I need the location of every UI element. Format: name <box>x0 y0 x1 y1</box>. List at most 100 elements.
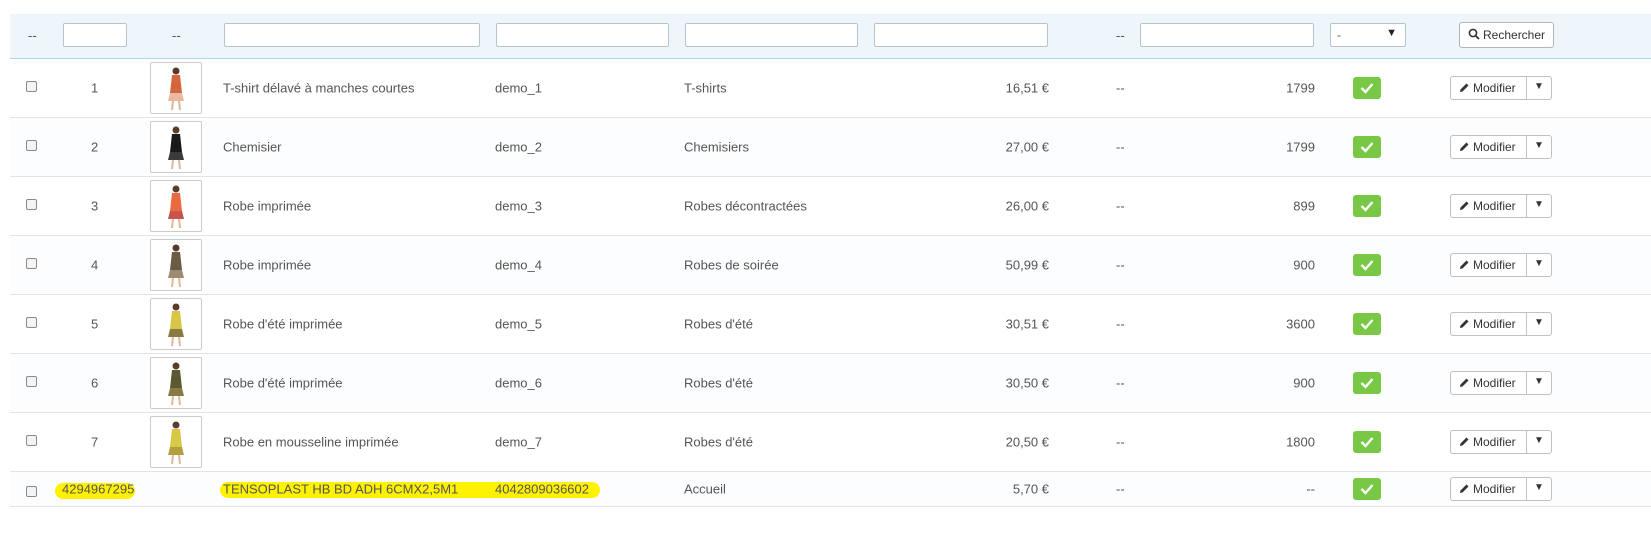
row-reference: demo_3 <box>495 198 542 214</box>
row-id: 4 <box>91 257 99 273</box>
product-thumbnail-icon <box>168 244 184 288</box>
product-image[interactable] <box>150 180 202 232</box>
row-name: Robe d'été imprimée <box>223 316 343 332</box>
edit-dropdown-toggle[interactable]: ▼ <box>1527 478 1551 500</box>
status-toggle[interactable] <box>1353 136 1381 158</box>
status-toggle[interactable] <box>1353 372 1381 394</box>
row-name: Robe imprimée <box>223 257 312 273</box>
caret-down-icon: ▼ <box>1534 258 1544 269</box>
status-toggle[interactable] <box>1353 254 1381 276</box>
caret-down-icon: ▼ <box>1534 435 1544 446</box>
product-thumbnail-icon <box>168 126 184 170</box>
row-price: 30,50 € <box>1005 375 1049 391</box>
check-icon <box>1360 201 1374 212</box>
row-id: 4294967295 <box>62 481 135 497</box>
row-name: Robe d'été imprimée <box>223 375 343 391</box>
row-price: 16,51 € <box>1005 80 1049 96</box>
check-icon <box>1360 484 1374 495</box>
product-image[interactable] <box>150 357 202 409</box>
search-icon <box>1468 28 1480 40</box>
status-toggle[interactable] <box>1353 431 1381 453</box>
product-thumbnail-icon <box>168 185 184 229</box>
row-checkbox[interactable] <box>26 140 37 151</box>
row-quantity: 1799 <box>1286 139 1315 155</box>
row-checkbox[interactable] <box>26 376 37 387</box>
filter-image-placeholder: -- <box>172 28 181 43</box>
table-row: 3 Robe imprimée demo_3 Robes décontractées 2… <box>10 177 1651 236</box>
edit-button-group: Modifier ▼ <box>1450 430 1552 454</box>
row-checkbox[interactable] <box>26 317 37 328</box>
row-id: 7 <box>91 434 99 450</box>
edit-dropdown-toggle[interactable]: ▼ <box>1527 431 1551 453</box>
status-toggle[interactable] <box>1353 313 1381 335</box>
filter-row: -- -- -- - ▼ Rechercher <box>10 14 1651 59</box>
edit-dropdown-toggle[interactable]: ▼ <box>1527 195 1551 217</box>
edit-button-label: Modifier <box>1473 376 1516 390</box>
filter-category-input[interactable] <box>685 23 858 47</box>
row-checkbox[interactable] <box>26 258 37 269</box>
edit-button-label: Modifier <box>1473 199 1516 213</box>
edit-button[interactable]: Modifier <box>1451 431 1527 453</box>
caret-down-icon: ▼ <box>1534 81 1544 92</box>
product-image[interactable] <box>150 416 202 468</box>
edit-button[interactable]: Modifier <box>1451 254 1527 276</box>
row-checkbox[interactable] <box>26 81 37 92</box>
filter-name-input[interactable] <box>224 23 480 47</box>
check-icon <box>1360 378 1374 389</box>
row-id: 1 <box>91 80 99 96</box>
edit-button[interactable]: Modifier <box>1451 478 1527 500</box>
edit-dropdown-toggle[interactable]: ▼ <box>1527 254 1551 276</box>
product-image[interactable] <box>150 62 202 114</box>
check-icon <box>1360 83 1374 94</box>
row-id: 3 <box>91 198 99 214</box>
product-image[interactable] <box>150 239 202 291</box>
edit-button-label: Modifier <box>1473 482 1516 496</box>
row-quantity: 899 <box>1293 198 1315 214</box>
product-thumbnail-icon <box>168 67 184 111</box>
row-price: 26,00 € <box>1005 198 1049 214</box>
edit-dropdown-toggle[interactable]: ▼ <box>1527 136 1551 158</box>
edit-button[interactable]: Modifier <box>1451 372 1527 394</box>
filter-price-input[interactable] <box>874 23 1048 47</box>
row-checkbox[interactable] <box>26 435 37 446</box>
filter-status-select[interactable]: - ▼ <box>1330 23 1406 47</box>
row-price: 5,70 € <box>1012 481 1049 497</box>
pencil-icon <box>1460 260 1469 269</box>
edit-button-group: Modifier ▼ <box>1450 371 1552 395</box>
caret-down-icon: ▼ <box>1386 27 1397 39</box>
status-toggle[interactable] <box>1353 478 1381 500</box>
filter-quantity-input[interactable] <box>1140 23 1314 47</box>
edit-button[interactable]: Modifier <box>1451 77 1527 99</box>
product-thumbnail-icon <box>168 362 184 406</box>
product-image[interactable] <box>150 298 202 350</box>
edit-dropdown-toggle[interactable]: ▼ <box>1527 77 1551 99</box>
row-checkbox[interactable] <box>26 199 37 210</box>
row-price: 20,50 € <box>1005 434 1049 450</box>
status-toggle[interactable] <box>1353 195 1381 217</box>
edit-button[interactable]: Modifier <box>1451 195 1527 217</box>
search-button[interactable]: Rechercher <box>1459 22 1555 48</box>
row-name: Robe en mousseline imprimée <box>223 434 399 450</box>
check-icon <box>1360 437 1374 448</box>
edit-button[interactable]: Modifier <box>1451 313 1527 335</box>
row-reference: demo_7 <box>495 434 542 450</box>
row-price-final: -- <box>1116 481 1125 497</box>
row-reference: demo_2 <box>495 139 542 155</box>
filter-id-input[interactable] <box>63 23 127 47</box>
pencil-icon <box>1460 83 1469 92</box>
filter-reference-input[interactable] <box>496 23 669 47</box>
row-reference: demo_4 <box>495 257 542 273</box>
edit-button-label: Modifier <box>1473 435 1516 449</box>
row-checkbox[interactable] <box>26 486 37 497</box>
edit-button-label: Modifier <box>1473 317 1516 331</box>
product-image[interactable] <box>150 121 202 173</box>
edit-dropdown-toggle[interactable]: ▼ <box>1527 313 1551 335</box>
row-price-final: -- <box>1116 434 1125 450</box>
row-quantity: 900 <box>1293 257 1315 273</box>
row-category: Robes décontractées <box>684 198 807 214</box>
edit-dropdown-toggle[interactable]: ▼ <box>1527 372 1551 394</box>
status-toggle[interactable] <box>1353 77 1381 99</box>
edit-button[interactable]: Modifier <box>1451 136 1527 158</box>
row-price-final: -- <box>1116 375 1125 391</box>
row-name: T-shirt délavé à manches courtes <box>223 80 415 96</box>
